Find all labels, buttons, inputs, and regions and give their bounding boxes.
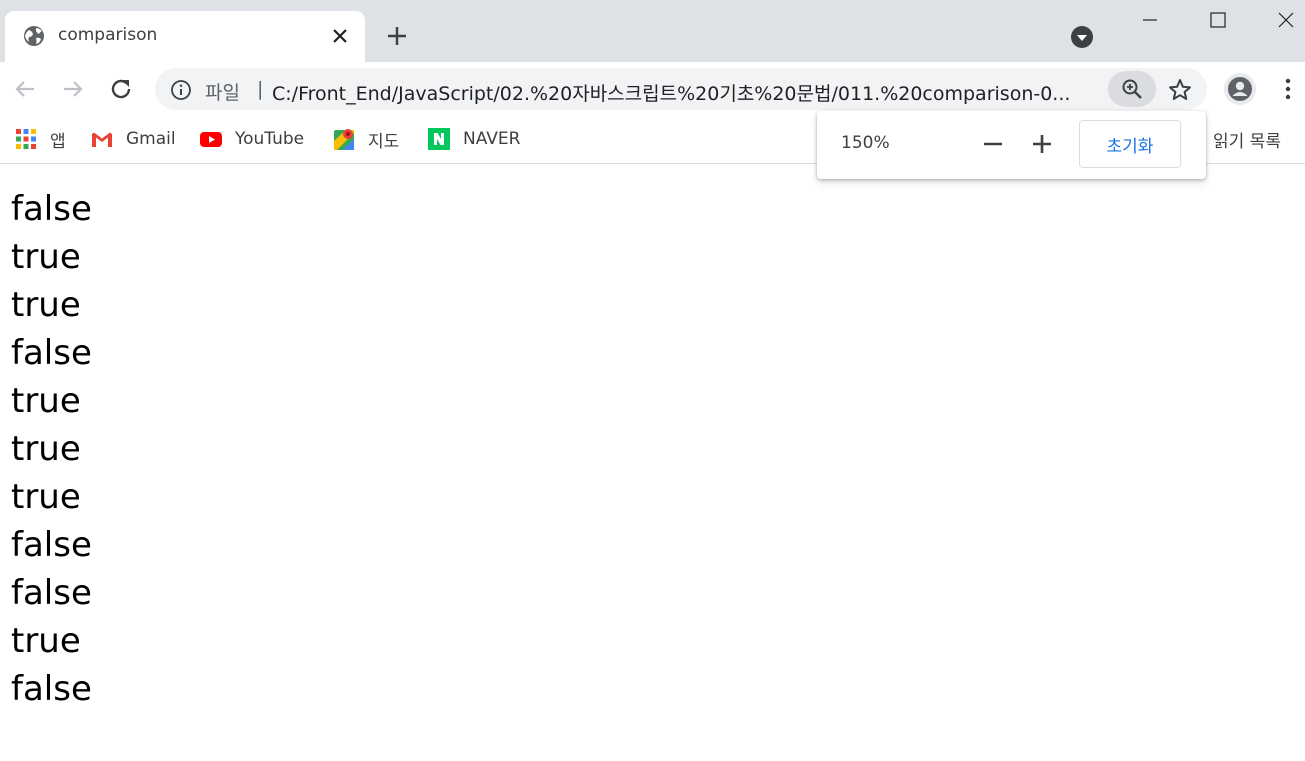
url-text[interactable]: C:/Front_End/JavaScript/02.%20자바스크립트%20기… bbox=[272, 79, 1102, 106]
bookmark-youtube[interactable]: YouTube bbox=[199, 126, 304, 152]
globe-icon bbox=[22, 24, 46, 48]
forward-arrow-icon[interactable] bbox=[58, 74, 88, 104]
output-line: false bbox=[11, 669, 92, 709]
output-line: false bbox=[11, 333, 92, 373]
active-tab[interactable]: comparison bbox=[5, 11, 365, 62]
close-tab-icon[interactable] bbox=[327, 23, 353, 49]
output-line: false bbox=[11, 573, 92, 613]
bookmark-gmail-label: Gmail bbox=[126, 129, 176, 149]
bookmark-star-icon[interactable] bbox=[1167, 77, 1193, 103]
zoom-in-plus-icon[interactable] bbox=[1029, 131, 1055, 157]
apps-grid-icon bbox=[14, 127, 38, 151]
bookmark-gmail[interactable]: Gmail bbox=[90, 126, 176, 152]
bookmark-naver-label: NAVER bbox=[463, 129, 521, 149]
bookmark-maps-label: 지도 bbox=[368, 131, 400, 152]
zoom-indicator-button[interactable] bbox=[1108, 71, 1156, 107]
output-line: true bbox=[11, 477, 81, 517]
zoom-reset-button[interactable]: 초기화 bbox=[1079, 120, 1181, 168]
maximize-window-icon[interactable] bbox=[1184, 0, 1250, 40]
address-bar[interactable]: 파일 | C:/Front_End/JavaScript/02.%20자바스크립… bbox=[155, 68, 1207, 110]
reading-list-label: 읽기 목록 bbox=[1213, 131, 1281, 152]
page-output: false true true false true true true fal… bbox=[11, 186, 92, 714]
browser-toolbar: 파일 | C:/Front_End/JavaScript/02.%20자바스크립… bbox=[0, 62, 1305, 116]
output-line: true bbox=[11, 381, 81, 421]
google-maps-icon bbox=[332, 127, 356, 151]
zoom-out-minus-icon[interactable] bbox=[980, 131, 1006, 157]
kebab-menu-icon[interactable] bbox=[1276, 76, 1300, 102]
tab-strip: comparison bbox=[0, 0, 1305, 62]
new-tab-plus-icon[interactable] bbox=[382, 21, 412, 51]
zoom-in-magnifier-icon bbox=[1122, 79, 1142, 99]
zoom-level-text: 150% bbox=[841, 133, 890, 153]
reading-list-button[interactable]: 읽기 목록 bbox=[1197, 126, 1281, 152]
info-icon[interactable] bbox=[170, 79, 192, 101]
back-arrow-icon[interactable] bbox=[10, 74, 40, 104]
zoom-popup: 150% 초기화 bbox=[817, 111, 1206, 179]
tab-search-icon[interactable] bbox=[1070, 25, 1094, 49]
output-line: true bbox=[11, 237, 81, 277]
reload-icon[interactable] bbox=[106, 74, 136, 104]
output-line: true bbox=[11, 285, 81, 325]
tab-title: comparison bbox=[58, 25, 158, 45]
scheme-label: 파일 bbox=[205, 82, 240, 104]
profile-avatar-icon[interactable] bbox=[1224, 73, 1256, 105]
bookmark-apps-label: 앱 bbox=[50, 131, 66, 152]
gmail-icon bbox=[90, 127, 114, 151]
output-line: false bbox=[11, 189, 92, 229]
naver-icon bbox=[427, 127, 451, 151]
scheme-separator: | bbox=[257, 78, 264, 100]
minimize-window-icon[interactable] bbox=[1117, 0, 1183, 40]
close-window-icon[interactable] bbox=[1251, 0, 1305, 40]
bookmark-maps[interactable]: 지도 bbox=[332, 126, 399, 152]
output-line: true bbox=[11, 621, 81, 661]
bookmark-naver[interactable]: NAVER bbox=[427, 126, 520, 152]
youtube-icon bbox=[199, 127, 223, 151]
output-line: false bbox=[11, 525, 92, 565]
bookmark-apps[interactable]: 앱 bbox=[14, 126, 66, 152]
bookmark-youtube-label: YouTube bbox=[235, 129, 305, 149]
output-line: true bbox=[11, 429, 81, 469]
